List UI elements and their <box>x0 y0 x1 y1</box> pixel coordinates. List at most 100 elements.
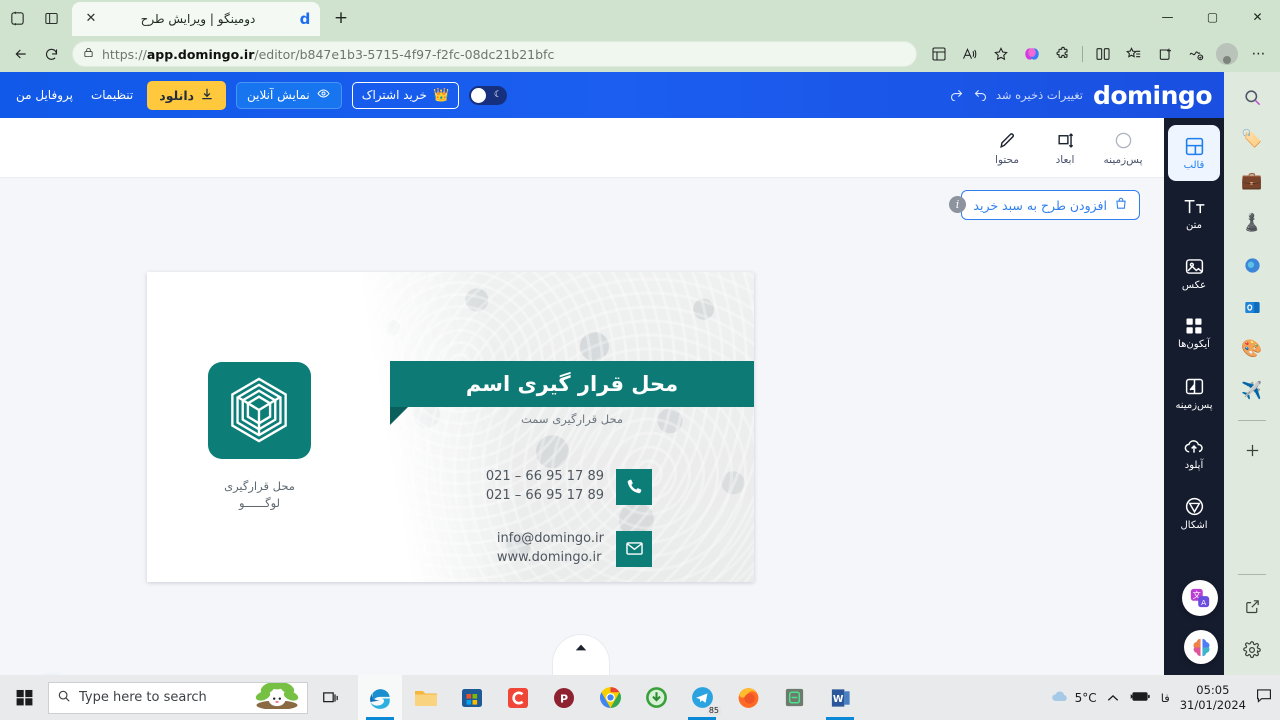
sidebar-item-background[interactable]: پس‌زمینه <box>1168 365 1220 421</box>
weather-widget[interactable]: 5°C <box>1050 689 1097 706</box>
notification-icon[interactable] <box>1256 688 1272 707</box>
sidebar-search-icon[interactable] <box>1235 80 1269 114</box>
taskbar-app-file-explorer[interactable] <box>404 675 448 720</box>
settings-more-icon[interactable]: ⋯ <box>1243 40 1274 68</box>
show-hidden-icons-chevron[interactable] <box>1107 688 1119 707</box>
taskbar-app-store[interactable] <box>450 675 494 720</box>
collections-add-icon[interactable] <box>1149 40 1180 68</box>
sidebar-item-template[interactable]: قالب <box>1168 125 1220 181</box>
taskbar-clock[interactable]: 05:05 31/01/2024 <box>1180 683 1246 712</box>
pdf-app-icon: P <box>554 687 574 708</box>
back-icon[interactable] <box>6 40 36 68</box>
open-in-new-window-icon[interactable] <box>1235 589 1269 623</box>
dark-mode-toggle[interactable]: ☾ <box>469 85 508 105</box>
favorites-icon[interactable] <box>1118 40 1149 68</box>
sidebar-settings-gear-icon[interactable] <box>1235 633 1269 667</box>
undo-icon[interactable] <box>973 86 988 105</box>
firefox-icon <box>738 688 758 708</box>
browser-toolbar-icons: ⋯ <box>923 40 1274 68</box>
maximize-button[interactable]: ▢ <box>1190 0 1235 34</box>
app-logo[interactable]: domingo <box>1093 81 1213 110</box>
browser-chrome: d دومینگو | ویرایش طرح ✕ + — ▢ ✕ https:/… <box>0 0 1280 72</box>
copilot-bubble[interactable] <box>1184 630 1218 664</box>
phone-icon <box>616 468 652 505</box>
refresh-icon[interactable] <box>36 40 66 68</box>
sidebar-office-icon[interactable] <box>1235 248 1269 282</box>
settings-link[interactable]: تنظیمات <box>87 88 137 102</box>
start-button[interactable] <box>0 675 48 720</box>
tab-collections-icon[interactable] <box>0 0 34 36</box>
language-indicator[interactable]: فا <box>1161 691 1170 705</box>
taskbar-app-word[interactable]: W <box>818 675 862 720</box>
toolbar-divider <box>1082 46 1083 62</box>
download-button[interactable]: دانلود <box>147 80 227 110</box>
extensions-icon[interactable] <box>1047 40 1078 68</box>
subbar-label-background: پس‌زمینه <box>1103 154 1143 166</box>
taskbar-search-input[interactable]: Type here to search <box>48 681 308 714</box>
taskbar-app-idm[interactable] <box>634 675 678 720</box>
card-name-ribbon[interactable]: محل قرار گیری اسم <box>390 361 754 407</box>
subbar-item-content[interactable]: محتوا <box>980 122 1034 174</box>
sidebar-add-icon[interactable] <box>1235 433 1269 467</box>
redo-icon[interactable] <box>949 86 964 105</box>
taskbar-app-telegram[interactable]: 85 <box>680 675 724 720</box>
microsoft-store-icon <box>462 688 482 707</box>
sidebar-item-upload[interactable]: آپلود <box>1168 425 1220 481</box>
sidebar-outlook-icon[interactable] <box>1235 290 1269 324</box>
taskbar-app-chrome[interactable] <box>588 675 632 720</box>
task-view-button[interactable] <box>308 675 354 720</box>
add-to-cart-button[interactable]: افزودن طرح به سبد خرید <box>961 190 1140 220</box>
taskbar-app-pdf[interactable]: P <box>542 675 586 720</box>
sidebar-label-icons: آیکون‌ها <box>1178 339 1210 350</box>
translate-bubble[interactable]: 文 A <box>1182 580 1218 616</box>
word-icon: W <box>831 688 850 707</box>
sidebar-designer-icon[interactable]: 🎨 <box>1235 332 1269 366</box>
sidebar-item-icons[interactable]: آیکون‌ها <box>1168 305 1220 361</box>
favorite-star-icon[interactable] <box>985 40 1016 68</box>
chevron-up-icon <box>575 644 587 651</box>
sidebar-tools-icon[interactable]: 💼 <box>1235 164 1269 198</box>
sidebar-games-icon[interactable]: ♟️ <box>1235 206 1269 240</box>
performance-icon[interactable] <box>1180 40 1211 68</box>
buy-subscription-button[interactable]: 👑 خرید اشتراک <box>351 81 460 109</box>
address-bar[interactable]: https://app.domingo.ir/editor/b847e1b3-5… <box>72 41 917 67</box>
sidebar-item-shapes[interactable]: اشکال <box>1168 485 1220 541</box>
sidebar-item-text[interactable]: متن <box>1168 185 1220 241</box>
subbar-item-dimensions[interactable]: ابعاد <box>1038 122 1092 174</box>
new-tab-button[interactable]: + <box>328 6 354 32</box>
browser-tab[interactable]: d دومینگو | ویرایش طرح ✕ <box>72 2 320 36</box>
tab-close-icon[interactable]: ✕ <box>82 10 100 28</box>
sidebar-shopping-icon[interactable]: 🏷️ <box>1235 122 1269 156</box>
subbar-item-background[interactable]: پس‌زمینه <box>1096 122 1150 174</box>
split-screen-icon[interactable] <box>1087 40 1118 68</box>
taskbar-apps: P 85 W <box>358 675 862 720</box>
battery-charging-icon[interactable] <box>1129 688 1151 707</box>
read-aloud-icon[interactable] <box>954 40 985 68</box>
browser-essentials-icon[interactable] <box>923 40 954 68</box>
card-logo-box[interactable] <box>208 362 311 459</box>
tab-vertical-tabs-icon[interactable] <box>34 0 68 36</box>
info-badge[interactable]: i <box>949 196 966 213</box>
close-window-button[interactable]: ✕ <box>1235 0 1280 34</box>
online-preview-button[interactable]: نمایش آنلاین <box>236 81 342 109</box>
resize-icon <box>1056 129 1075 151</box>
tab-title: دومینگو | ویرایش طرح <box>140 12 256 26</box>
profile-link[interactable]: پروفایل من <box>12 88 77 102</box>
phone-text: 021 – 66 95 17 89 021 – 66 95 17 89 <box>486 468 604 506</box>
business-card-design[interactable]: محل قرارگیری لوگــــــو محل قرار گیری اس… <box>147 272 754 582</box>
green-app-icon <box>785 688 803 707</box>
minimize-button[interactable]: — <box>1145 0 1190 34</box>
sidebar-telegram-icon[interactable]: ✈️ <box>1235 374 1269 408</box>
profile-avatar[interactable] <box>1216 43 1238 65</box>
header-actions: ☾ 👑 خرید اشتراک نمایش آنلاین دانلود تنظی… <box>12 80 508 110</box>
taskbar-app-edge[interactable] <box>358 675 402 720</box>
taskbar-app-green[interactable] <box>772 675 816 720</box>
sidebar-item-image[interactable]: عکس <box>1168 245 1220 301</box>
idm-icon <box>645 687 667 708</box>
download-label: دانلود <box>159 87 195 103</box>
edge-icon <box>370 688 390 709</box>
taskbar-app-camtasia[interactable] <box>496 675 540 720</box>
background-icon <box>1185 378 1203 394</box>
copilot-icon[interactable] <box>1016 40 1047 68</box>
taskbar-app-firefox[interactable] <box>726 675 770 720</box>
